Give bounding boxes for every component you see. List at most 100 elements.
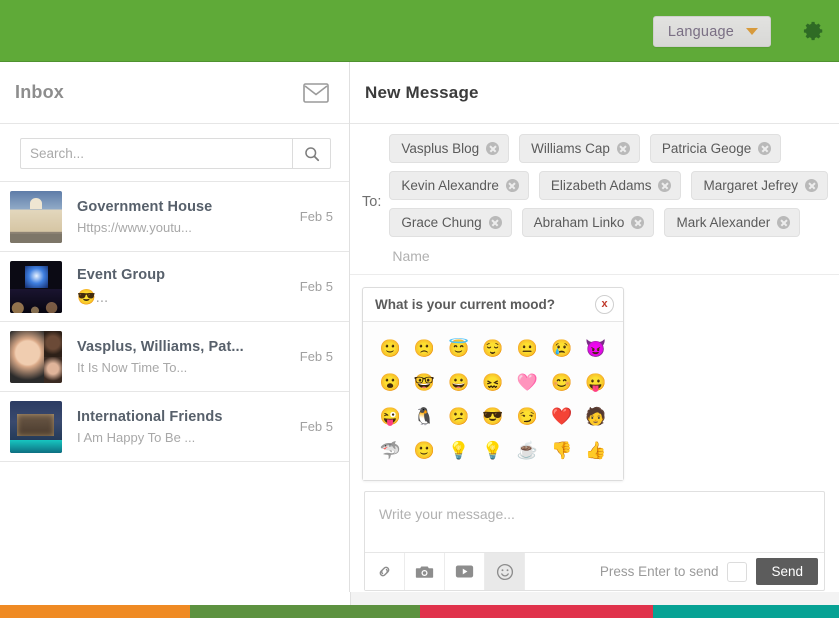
recipient-chip[interactable]: Grace Chung	[389, 208, 512, 237]
people-collage-thumb	[10, 330, 62, 383]
emoji-cell[interactable]: 😌	[476, 336, 510, 362]
mood-panel-title: What is your current mood?	[375, 297, 556, 312]
list-item-name: Government House	[77, 198, 213, 215]
close-icon[interactable]	[631, 216, 645, 229]
recipient-chip[interactable]: Vasplus Blog	[389, 134, 510, 163]
recipient-name-input[interactable]: Name	[389, 245, 829, 266]
emoji-cell[interactable]: 🧑	[579, 404, 613, 430]
recipient-chip[interactable]: Elizabeth Adams	[538, 171, 682, 200]
composer-wrapper: Write your message... Press Enter to sen…	[350, 491, 839, 605]
emoji-cell[interactable]: 😊	[544, 370, 578, 396]
list-item-snippet: I Am Happy To Be ...	[77, 429, 196, 445]
recipient-chip-label: Patricia Geoge	[661, 141, 752, 156]
emoji-cell[interactable]: 👍	[579, 438, 613, 464]
message-input[interactable]: Write your message...	[365, 492, 824, 552]
envelope-icon[interactable]	[303, 82, 329, 103]
emoji-cell[interactable]: 🦈	[373, 438, 407, 464]
list-item-date: Feb 5	[299, 419, 333, 434]
send-button[interactable]: Send	[756, 558, 818, 585]
close-icon[interactable]	[488, 216, 502, 229]
emoji-cell[interactable]: 🐧	[407, 404, 441, 430]
emoji-cell[interactable]: 😏	[510, 404, 544, 430]
message-list: Government House Https://www.youtu... Fe…	[0, 181, 349, 605]
recipient-chip-label: Williams Cap	[531, 141, 610, 156]
list-item[interactable]: International Friends I Am Happy To Be .…	[0, 392, 349, 462]
emoji-cell[interactable]: 🙂	[407, 438, 441, 464]
emoji-cell[interactable]: 😐	[510, 336, 544, 362]
emoji-cell[interactable]: 🤓	[407, 370, 441, 396]
camera-icon[interactable]	[405, 553, 445, 590]
video-icon[interactable]	[445, 553, 485, 590]
list-item-name: Vasplus, Williams, Pat...	[77, 338, 244, 355]
emoji-cell[interactable]: 😕	[442, 404, 476, 430]
gear-icon[interactable]	[803, 20, 825, 42]
list-item[interactable]: Government House Https://www.youtu... Fe…	[0, 182, 349, 252]
emoji-cell[interactable]: 💡	[442, 438, 476, 464]
close-icon[interactable]	[505, 179, 519, 192]
event-group-thumb	[10, 260, 62, 313]
recipient-chip[interactable]: Patricia Geoge	[649, 134, 782, 163]
close-icon[interactable]	[486, 142, 500, 155]
mood-panel: What is your current mood? x 🙂 🙁 😇 😌 😐 😢…	[362, 287, 624, 481]
emoji-cell[interactable]: 😛	[579, 370, 613, 396]
page-title: New Message	[365, 82, 479, 102]
recipient-chip[interactable]: Mark Alexander	[664, 208, 801, 237]
emoji-cell[interactable]: ☕	[510, 438, 544, 464]
close-icon[interactable]	[616, 142, 630, 155]
bottom-color-strip	[0, 605, 839, 618]
close-icon[interactable]	[658, 179, 672, 192]
emoji-cell[interactable]: 😜	[373, 404, 407, 430]
government-house-thumb	[10, 190, 62, 243]
emoji-cell[interactable]: 😢	[544, 336, 578, 362]
close-icon[interactable]: x	[595, 295, 614, 314]
chevron-down-icon	[746, 28, 758, 35]
recipient-chips: Vasplus Blog Williams Cap Patricia Geoge…	[389, 134, 829, 270]
main-header: New Message	[350, 62, 839, 124]
recipient-chip-label: Kevin Alexandre	[401, 178, 499, 193]
emoji-cell[interactable]: 🙁	[407, 336, 441, 362]
to-label: To:	[362, 194, 382, 210]
emoji-cell[interactable]: 😇	[442, 336, 476, 362]
emoji-cell[interactable]: 💡	[476, 438, 510, 464]
emoji-cell[interactable]: 👎	[544, 438, 578, 464]
strip-segment-orange	[0, 605, 190, 618]
main-pane: New Message To: Vasplus Blog Williams Ca…	[350, 62, 839, 605]
emoji-cell[interactable]: 😮	[373, 370, 407, 396]
bottom-gap-band	[0, 592, 839, 605]
house-night-thumb	[10, 400, 62, 453]
search-input[interactable]	[20, 138, 292, 169]
recipient-chip[interactable]: Williams Cap	[519, 134, 640, 163]
recipient-chip[interactable]: Kevin Alexandre	[389, 171, 529, 200]
recipient-chip[interactable]: Margaret Jefrey	[691, 171, 829, 200]
list-item[interactable]: Vasplus, Williams, Pat... It Is Now Time…	[0, 322, 349, 392]
close-icon[interactable]	[777, 216, 791, 229]
list-item-date: Feb 5	[299, 349, 333, 364]
emoji-cell[interactable]: 😖	[476, 370, 510, 396]
smiley-icon[interactable]	[485, 553, 525, 590]
emoji-cell[interactable]: ❤️	[544, 404, 578, 430]
list-item-snippet: Https://www.youtu...	[77, 219, 192, 235]
emoji-cell[interactable]: 😀	[442, 370, 476, 396]
recipient-chip-label: Margaret Jefrey	[703, 178, 799, 193]
language-label: Language	[667, 23, 734, 40]
list-item-texts: International Friends I Am Happy To Be .…	[62, 409, 292, 445]
emoji-cell[interactable]: 🙂	[373, 336, 407, 362]
language-dropdown-button[interactable]: Language	[652, 16, 771, 47]
emoji-cell[interactable]: 🩷	[510, 370, 544, 396]
list-item[interactable]: Event Group 😎... Feb 5	[0, 252, 349, 322]
emoji-cell[interactable]: 😈	[579, 336, 613, 362]
recipient-chip-label: Grace Chung	[401, 215, 482, 230]
list-item-date: Feb 5	[299, 209, 333, 224]
composer-toolbar: Press Enter to send Send	[365, 552, 824, 590]
press-enter-checkbox[interactable]	[727, 561, 748, 582]
close-icon[interactable]	[805, 179, 819, 192]
mood-panel-header: What is your current mood? x	[363, 288, 623, 322]
emoji-cell[interactable]: 😎	[476, 404, 510, 430]
inbox-title: Inbox	[15, 82, 64, 102]
search-button[interactable]	[292, 138, 331, 169]
link-icon[interactable]	[365, 553, 405, 590]
close-icon[interactable]	[758, 142, 772, 155]
recipient-chip-label: Elizabeth Adams	[550, 178, 652, 193]
recipient-chip[interactable]: Abraham Linko	[521, 208, 655, 237]
body-wrapper: Inbox Search... Government House Https:/…	[0, 62, 839, 605]
